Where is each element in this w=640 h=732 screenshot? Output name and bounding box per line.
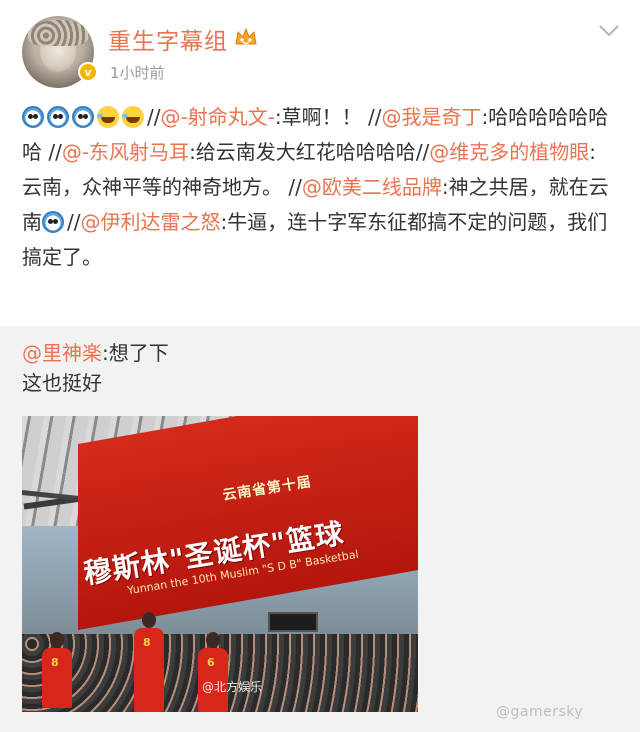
laugh-cry-icon [122, 106, 144, 128]
jersey-number: 6 [207, 656, 215, 669]
scoreboard [268, 612, 318, 632]
timestamp: 1小时前 [110, 64, 165, 82]
post-text: :草啊！！ [274, 105, 362, 129]
post-header: v 重生字幕组 1小时前 [0, 0, 640, 96]
player: 8 [42, 632, 72, 708]
verified-badge-icon: v [78, 62, 98, 82]
crown-icon [235, 27, 257, 45]
separator: // [368, 105, 382, 129]
username[interactable]: 重生字幕组 [108, 22, 228, 56]
post-text: :给云南发大红花哈哈哈哈 [189, 140, 416, 164]
player-head [206, 632, 220, 648]
repost-mention-link[interactable]: @里神楽 [22, 341, 102, 365]
cry-icon [47, 106, 69, 128]
cry-icon [72, 106, 94, 128]
repost-card[interactable]: @里神楽:想了下 这也挺好 云南省第十届 穆斯林"圣诞杯"篮球 Yunnan t… [0, 326, 640, 732]
repost-text: @里神楽:想了下 这也挺好 [22, 338, 169, 398]
player: 8 [134, 612, 164, 712]
repost-line1: :想了下 [102, 341, 169, 365]
separator: // [147, 105, 161, 129]
mention-link[interactable]: @-射命丸文- [160, 105, 274, 129]
separator: // [415, 140, 430, 164]
repost-line2: 这也挺好 [22, 371, 102, 395]
mention-link[interactable]: @维克多的植物眼 [429, 140, 589, 164]
cry-icon [22, 106, 44, 128]
chevron-down-icon[interactable] [598, 24, 620, 38]
separator: // [288, 175, 302, 199]
image-watermark: @北方娱乐 [202, 680, 263, 694]
avatar-hair [28, 20, 88, 46]
separator: // [67, 210, 81, 234]
mention-link[interactable]: @伊利达雷之怒 [80, 210, 220, 234]
cry-icon [42, 211, 64, 233]
mention-link[interactable]: @欧美二线品牌 [302, 175, 442, 199]
jersey-number: 8 [51, 656, 59, 669]
mention-link[interactable]: @我是奇丁 [382, 105, 482, 129]
site-watermark: @gamersky [496, 704, 584, 720]
repost-image[interactable]: 云南省第十届 穆斯林"圣诞杯"篮球 Yunnan the 10th Muslim… [22, 416, 418, 712]
player-head [50, 632, 64, 648]
separator: // [48, 140, 62, 164]
post-body: //@-射命丸文-:草啊！！ //@我是奇丁:哈哈哈哈哈哈哈 //@-东风射马耳… [22, 100, 622, 275]
laugh-cry-icon [97, 106, 119, 128]
jersey-number: 8 [143, 636, 151, 649]
player-head [142, 612, 156, 628]
mention-link[interactable]: @-东风射马耳 [62, 140, 189, 164]
